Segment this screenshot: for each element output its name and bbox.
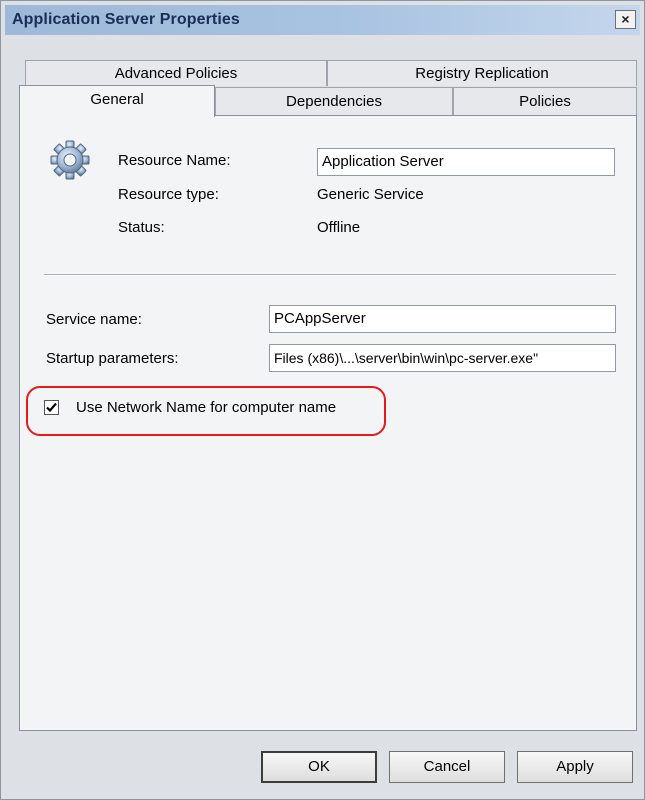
- tab-dependencies[interactable]: Dependencies: [215, 87, 453, 117]
- ok-button[interactable]: OK: [261, 751, 377, 783]
- separator: [44, 274, 616, 276]
- resource-name-field[interactable]: Application Server: [317, 148, 615, 176]
- tab-policies[interactable]: Policies: [453, 87, 637, 117]
- gear-icon: [50, 140, 90, 180]
- status-value: Offline: [317, 219, 361, 236]
- tab-registry-replication[interactable]: Registry Replication: [327, 60, 637, 86]
- startup-parameters-label: Startup parameters:: [46, 350, 179, 367]
- service-name-field[interactable]: PCAppServer: [269, 305, 616, 333]
- startup-parameters-field[interactable]: Files (x86)\...\server\bin\win\pc-server…: [269, 344, 616, 372]
- tab-general[interactable]: General: [19, 85, 215, 117]
- use-network-name-label[interactable]: Use Network Name for computer name: [76, 399, 336, 416]
- resource-type-value: Generic Service: [317, 186, 424, 203]
- resource-type-label: Resource type:: [118, 186, 219, 203]
- service-name-label: Service name:: [46, 311, 142, 328]
- resource-name-label: Resource Name:: [118, 152, 231, 169]
- general-tab-panel: Resource Name: Application Server Resour…: [19, 115, 637, 731]
- use-network-name-checkbox[interactable]: [44, 400, 59, 415]
- close-button[interactable]: ×: [615, 10, 636, 29]
- status-label: Status:: [118, 219, 165, 236]
- tab-advanced-policies[interactable]: Advanced Policies: [25, 60, 327, 86]
- window-title: Application Server Properties: [12, 11, 240, 28]
- properties-dialog: Application Server Properties × Advanced…: [0, 0, 645, 800]
- close-icon: ×: [621, 11, 630, 27]
- checkmark-icon: [46, 402, 57, 413]
- cancel-button[interactable]: Cancel: [389, 751, 505, 783]
- apply-button[interactable]: Apply: [517, 751, 633, 783]
- title-bar[interactable]: Application Server Properties ×: [5, 5, 640, 35]
